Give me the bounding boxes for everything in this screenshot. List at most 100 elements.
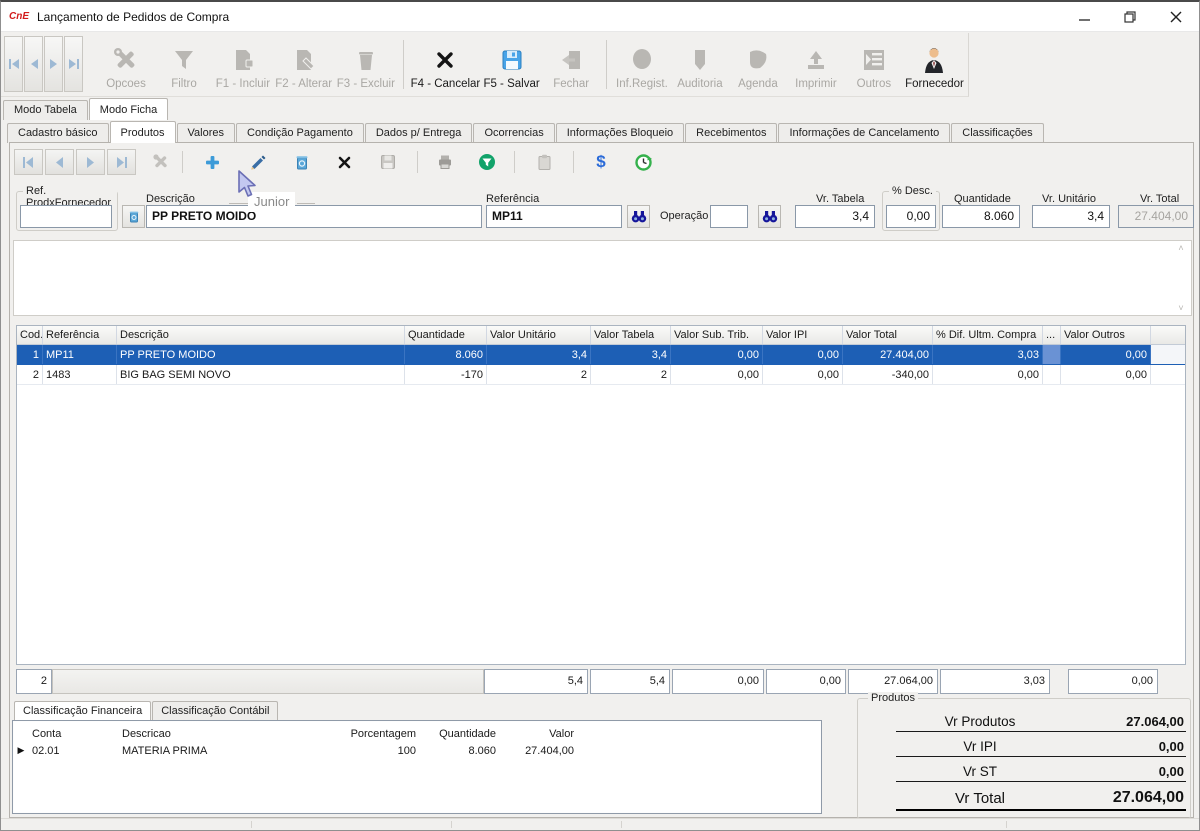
row-tools-icon[interactable] — [146, 149, 176, 175]
scroll-down-icon[interactable]: ˅ — [1178, 303, 1183, 313]
filtro-button[interactable]: Filtro — [155, 36, 213, 93]
cell-valor-sub-trib[interactable]: 0,00 — [671, 365, 763, 384]
class-cell-conta[interactable]: 02.01 — [29, 745, 119, 757]
class-cell-porcentagem[interactable]: 100 — [324, 745, 419, 757]
agenda-button[interactable]: Agenda — [729, 36, 787, 93]
tab-valores[interactable]: Valores — [177, 123, 235, 143]
col-header[interactable]: Quantidade — [405, 326, 487, 344]
cell-cod[interactable]: 1 — [17, 345, 43, 364]
row-filter-button[interactable] — [472, 149, 502, 175]
col-header[interactable]: Valor Tabela — [591, 326, 671, 344]
tab-informacoes-cancelamento[interactable]: Informações de Cancelamento — [778, 123, 950, 143]
cell-valor-total[interactable]: -340,00 — [843, 365, 933, 384]
cell-valor-ipi[interactable]: 0,00 — [763, 345, 843, 364]
auditoria-button[interactable]: Auditoria — [671, 36, 729, 93]
col-header[interactable]: Valor Total — [843, 326, 933, 344]
class-cell-valor[interactable]: 27.404,00 — [499, 745, 577, 757]
tab-condicao-pagamento[interactable]: Condição Pagamento — [236, 123, 364, 143]
cell-valor-ipi[interactable]: 0,00 — [763, 365, 843, 384]
cell-quantidade[interactable]: -170 — [405, 365, 487, 384]
cell-valor-outros[interactable]: 0,00 — [1061, 365, 1151, 384]
row-next-button[interactable] — [76, 149, 105, 175]
perc-desc-input[interactable]: 0,00 — [886, 205, 936, 228]
tab-classificacoes[interactable]: Classificações — [951, 123, 1043, 143]
row-add-button[interactable] — [197, 149, 227, 175]
tab-informacoes-bloqueio[interactable]: Informações Bloqueio — [556, 123, 684, 143]
cell-quantidade[interactable]: 8.060 — [405, 345, 487, 364]
observations-textarea[interactable]: ˄ ˅ — [13, 240, 1192, 316]
cell-descricao[interactable]: PP PRETO MOIDO — [117, 345, 405, 364]
cell-referencia[interactable]: MP11 — [43, 345, 117, 364]
cell-valor-unitario[interactable]: 3,4 — [487, 345, 591, 364]
nav-next-button[interactable] — [44, 36, 63, 92]
nav-last-button[interactable] — [64, 36, 83, 92]
col-header[interactable]: Valor Unitário — [487, 326, 591, 344]
quantidade-input[interactable]: 8.060 — [942, 205, 1020, 228]
cell-valor-tabela[interactable]: 3,4 — [591, 345, 671, 364]
row-history-button[interactable] — [628, 149, 658, 175]
row-cancel-button[interactable] — [329, 149, 359, 175]
tab-modo-tabela[interactable]: Modo Tabela — [3, 100, 88, 120]
col-header[interactable]: Descrição — [117, 326, 405, 344]
row-price-button[interactable]: $ — [586, 149, 616, 175]
row-save-button[interactable] — [373, 149, 403, 175]
excluir-button[interactable]: F3 - Excluir — [335, 36, 398, 93]
infregist-button[interactable]: Inf.Regist. — [613, 36, 671, 93]
col-header[interactable]: % Dif. Ultm. Compra — [933, 326, 1043, 344]
cell-descricao[interactable]: BIG BAG SEMI NOVO — [117, 365, 405, 384]
col-header[interactable]: Cod. — [17, 326, 43, 344]
class-cell-descricao[interactable]: MATERIA PRIMA — [119, 745, 324, 757]
cell-perc-dif[interactable]: 3,03 — [933, 345, 1043, 364]
class-cell-quantidade[interactable]: 8.060 — [419, 745, 499, 757]
row-prev-button[interactable] — [45, 149, 74, 175]
cell-perc-dif[interactable]: 0,00 — [933, 365, 1043, 384]
row-paste-button[interactable] — [529, 149, 559, 175]
nav-prev-button[interactable] — [24, 36, 43, 92]
vr-tabela-input[interactable]: 3,4 — [795, 205, 875, 228]
scroll-up-icon[interactable]: ˄ — [1178, 243, 1183, 253]
col-header[interactable]: Valor Sub. Trib. — [671, 326, 763, 344]
nav-first-button[interactable] — [4, 36, 23, 92]
tab-classificacao-contabil[interactable]: Classificação Contábil — [152, 701, 278, 720]
obs-scrollbar[interactable]: ˄ ˅ — [1174, 243, 1188, 313]
operacao-input[interactable] — [710, 205, 748, 228]
vr-unitario-input[interactable]: 3,4 — [1032, 205, 1110, 228]
salvar-button[interactable]: F5 - Salvar — [481, 36, 542, 93]
cell-referencia[interactable]: 1483 — [43, 365, 117, 384]
tab-classificacao-financeira[interactable]: Classificação Financeira — [14, 701, 151, 720]
grid-row[interactable]: 2 1483 BIG BAG SEMI NOVO -170 2 2 0,00 0… — [17, 365, 1185, 385]
tab-produtos[interactable]: Produtos — [110, 121, 176, 143]
tab-ocorrencias[interactable]: Ocorrencias — [473, 123, 554, 143]
referencia-search-button[interactable] — [627, 205, 650, 228]
row-first-button[interactable] — [14, 149, 43, 175]
restore-button[interactable] — [1107, 2, 1153, 32]
tab-modo-ficha[interactable]: Modo Ficha — [89, 98, 168, 120]
fechar-button[interactable]: Fechar — [542, 36, 600, 93]
cancelar-button[interactable]: F4 - Cancelar — [410, 36, 481, 93]
operacao-search-button[interactable] — [758, 205, 781, 228]
tab-cadastro-basico[interactable]: Cadastro básico — [7, 123, 109, 143]
alterar-button[interactable]: F2 - Alterar — [273, 36, 335, 93]
descricao-input[interactable]: PP PRETO MOIDO — [146, 205, 482, 228]
outros-button[interactable]: Outros — [845, 36, 903, 93]
classification-row[interactable]: ▶ 02.01 MATERIA PRIMA 100 8.060 27.404,0… — [13, 742, 821, 759]
row-delete-button[interactable] — [287, 149, 317, 175]
cell-valor-total[interactable]: 27.404,00 — [843, 345, 933, 364]
row-print-button[interactable] — [430, 149, 460, 175]
cell-valor-tabela[interactable]: 2 — [591, 365, 671, 384]
cell-dots[interactable] — [1043, 365, 1061, 384]
ref-prodx-input[interactable] — [20, 205, 112, 228]
imprimir-button[interactable]: Imprimir — [787, 36, 845, 93]
cell-valor-unitario[interactable]: 2 — [487, 365, 591, 384]
opcoes-button[interactable]: Opcoes — [97, 36, 155, 93]
referencia-input[interactable]: MP11 — [486, 205, 622, 228]
col-header[interactable]: ... — [1043, 326, 1061, 344]
fornecedor-button[interactable]: Fornecedor — [903, 36, 966, 93]
cell-dots[interactable] — [1043, 345, 1061, 364]
incluir-button[interactable]: F1 - Incluir — [213, 36, 273, 93]
row-last-button[interactable] — [107, 149, 136, 175]
col-header[interactable]: Valor IPI — [763, 326, 843, 344]
ref-prodx-clear-button[interactable] — [122, 205, 145, 228]
cell-valor-sub-trib[interactable]: 0,00 — [671, 345, 763, 364]
cell-valor-outros[interactable]: 0,00 — [1061, 345, 1151, 364]
